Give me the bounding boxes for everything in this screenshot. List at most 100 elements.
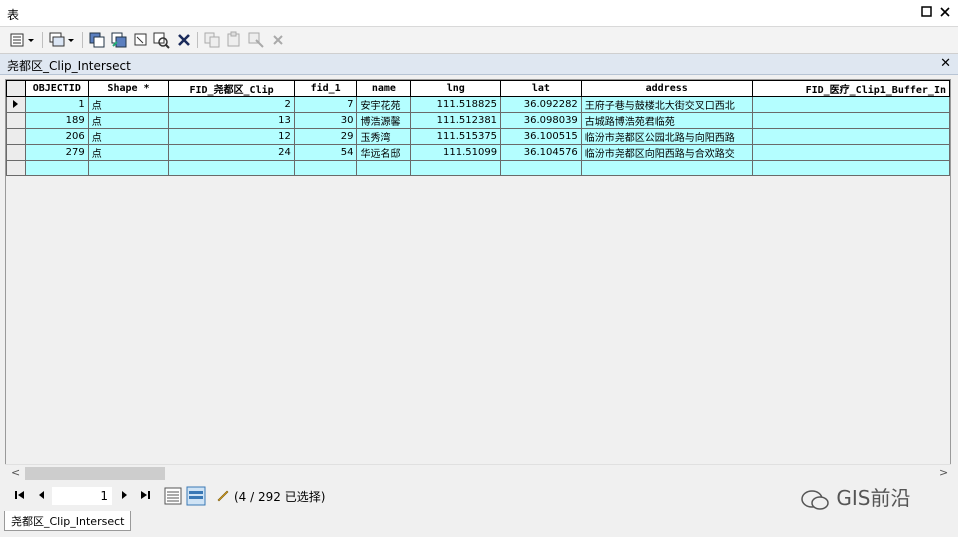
record-number-input[interactable]: 1 <box>52 487 112 505</box>
table-cell[interactable] <box>751 128 950 145</box>
table-cell[interactable]: 111.515375 <box>410 128 502 145</box>
first-record-icon[interactable] <box>14 489 26 504</box>
watermark-text: GIS前沿 <box>836 486 911 510</box>
table-cell[interactable]: 24 <box>168 144 295 161</box>
last-record-icon[interactable] <box>139 489 151 504</box>
column-header[interactable]: FID_尧都区_Clip <box>168 80 295 97</box>
related-tables-icon[interactable] <box>48 31 74 49</box>
window-title: 表 <box>7 8 20 22</box>
table-cell[interactable] <box>168 160 295 176</box>
scroll-right-icon[interactable]: > <box>939 466 948 479</box>
table-cell[interactable]: 安宇花苑 <box>356 96 412 113</box>
clear-selection-icon[interactable] <box>132 31 150 49</box>
zoom-to-selected-icon[interactable] <box>152 31 170 49</box>
table-cell[interactable]: 29 <box>293 128 358 145</box>
delete-selected-icon[interactable] <box>175 31 193 49</box>
table-cell[interactable]: 189 <box>24 112 89 129</box>
column-header[interactable]: address <box>580 80 753 97</box>
row-selector[interactable] <box>6 144 26 161</box>
table-cell[interactable]: 36.104576 <box>500 144 582 161</box>
close-icon[interactable] <box>938 5 952 19</box>
column-header[interactable]: lng <box>410 80 502 97</box>
horizontal-scrollbar[interactable]: < > <box>5 464 951 481</box>
row-selector[interactable] <box>6 128 26 145</box>
table-cell[interactable] <box>410 160 502 176</box>
table-cell[interactable]: 华远名邸 <box>356 144 412 161</box>
table-cell[interactable]: 7 <box>293 96 358 113</box>
next-record-icon[interactable] <box>118 489 130 504</box>
table-cell[interactable]: 点 <box>87 112 170 129</box>
table-cell[interactable]: 279 <box>24 144 89 161</box>
table-cell[interactable]: 12 <box>168 128 295 145</box>
table-cell[interactable] <box>751 96 950 113</box>
table-tab-title: 尧都区_Clip_Intersect <box>7 59 131 73</box>
column-header[interactable]: FID_医疗_Clip1_Buffer_In <box>751 80 950 97</box>
table-row[interactable]: 206 点 12 29 玉秀湾 111.515375 36.100515 临汾市… <box>6 128 950 145</box>
copy-selected-icon[interactable] <box>203 31 221 49</box>
table-cell[interactable]: 点 <box>87 128 170 145</box>
table-cell[interactable]: 2 <box>168 96 295 113</box>
column-header[interactable]: Shape * <box>87 80 170 97</box>
table-cell[interactable]: 206 <box>24 128 89 145</box>
table-options-icon[interactable] <box>9 31 34 49</box>
new-row[interactable] <box>6 160 950 176</box>
table-cell[interactable]: 王府子巷与鼓楼北大街交叉口西北 <box>580 96 753 113</box>
maximize-icon[interactable] <box>920 5 934 19</box>
column-header[interactable]: name <box>356 80 412 97</box>
table-cell[interactable] <box>580 160 753 176</box>
table-cell[interactable]: 临汾市尧都区公园北路与向阳西路 <box>580 128 753 145</box>
table-row[interactable]: 1 点 2 7 安宇花苑 111.518825 36.092282 王府子巷与鼓… <box>6 96 950 113</box>
table-cell[interactable]: 玉秀湾 <box>356 128 412 145</box>
current-row-arrow-icon <box>13 100 18 108</box>
table-cell[interactable]: 36.100515 <box>500 128 582 145</box>
previous-record-icon[interactable] <box>36 489 48 504</box>
column-header[interactable]: fid_1 <box>293 80 358 97</box>
table-cell[interactable]: 54 <box>293 144 358 161</box>
table-cell[interactable] <box>751 112 950 129</box>
table-cell[interactable]: 36.098039 <box>500 112 582 129</box>
table-cell[interactable]: 13 <box>168 112 295 129</box>
show-all-records-icon[interactable] <box>164 487 182 508</box>
table-row[interactable]: 279 点 24 54 华远名邸 111.51099 36.104576 临汾市… <box>6 144 950 161</box>
toolbar-separator <box>82 32 83 48</box>
close-icon[interactable]: ✕ <box>940 56 951 71</box>
switch-selection-icon[interactable] <box>110 31 128 49</box>
scrollbar-thumb[interactable] <box>25 467 165 480</box>
row-selector[interactable] <box>6 96 26 113</box>
table-cell[interactable]: 临汾市尧都区向阳西路与合欢路交 <box>580 144 753 161</box>
table-cell[interactable] <box>24 160 89 176</box>
table-cell[interactable]: 111.518825 <box>410 96 502 113</box>
table-cell[interactable] <box>87 160 170 176</box>
table-cell[interactable]: 点 <box>87 144 170 161</box>
table-tab[interactable]: 尧都区_Clip_Intersect ✕ <box>0 54 958 75</box>
table-cell[interactable] <box>500 160 582 176</box>
paste-icon[interactable] <box>225 31 243 49</box>
table-cell[interactable]: 古城路博浩苑君临苑 <box>580 112 753 129</box>
row-selector-header[interactable] <box>6 80 26 97</box>
wechat-icon <box>801 489 829 510</box>
table-cell[interactable]: 30 <box>293 112 358 129</box>
table-cell[interactable]: 1 <box>24 96 89 113</box>
table-cell[interactable]: 博浩源馨 <box>356 112 412 129</box>
delete-disabled-icon[interactable] <box>269 31 287 49</box>
scroll-left-icon[interactable]: < <box>11 466 20 479</box>
pan-to-selected-icon[interactable] <box>247 31 265 49</box>
show-selected-records-icon[interactable] <box>186 486 206 509</box>
select-by-attributes-icon[interactable] <box>88 31 106 49</box>
table-cell[interactable] <box>751 160 950 176</box>
table-toolbar <box>0 27 958 54</box>
column-header[interactable]: OBJECTID <box>24 80 89 97</box>
column-header[interactable]: lat <box>500 80 582 97</box>
table-cell[interactable] <box>751 144 950 161</box>
row-selector[interactable] <box>6 112 26 129</box>
table-cell[interactable] <box>356 160 412 176</box>
table-cell[interactable]: 36.092282 <box>500 96 582 113</box>
bottom-table-tab[interactable]: 尧都区_Clip_Intersect <box>4 511 132 531</box>
table-cell[interactable]: 111.512381 <box>410 112 502 129</box>
attribute-table[interactable]: OBJECTID Shape * FID_尧都区_Clip fid_1 name… <box>5 79 951 465</box>
table-cell[interactable]: 点 <box>87 96 170 113</box>
table-cell[interactable]: 111.51099 <box>410 144 502 161</box>
table-row[interactable]: 189 点 13 30 博浩源馨 111.512381 36.098039 古城… <box>6 112 950 129</box>
table-cell[interactable] <box>293 160 358 176</box>
row-selector[interactable] <box>6 160 26 176</box>
